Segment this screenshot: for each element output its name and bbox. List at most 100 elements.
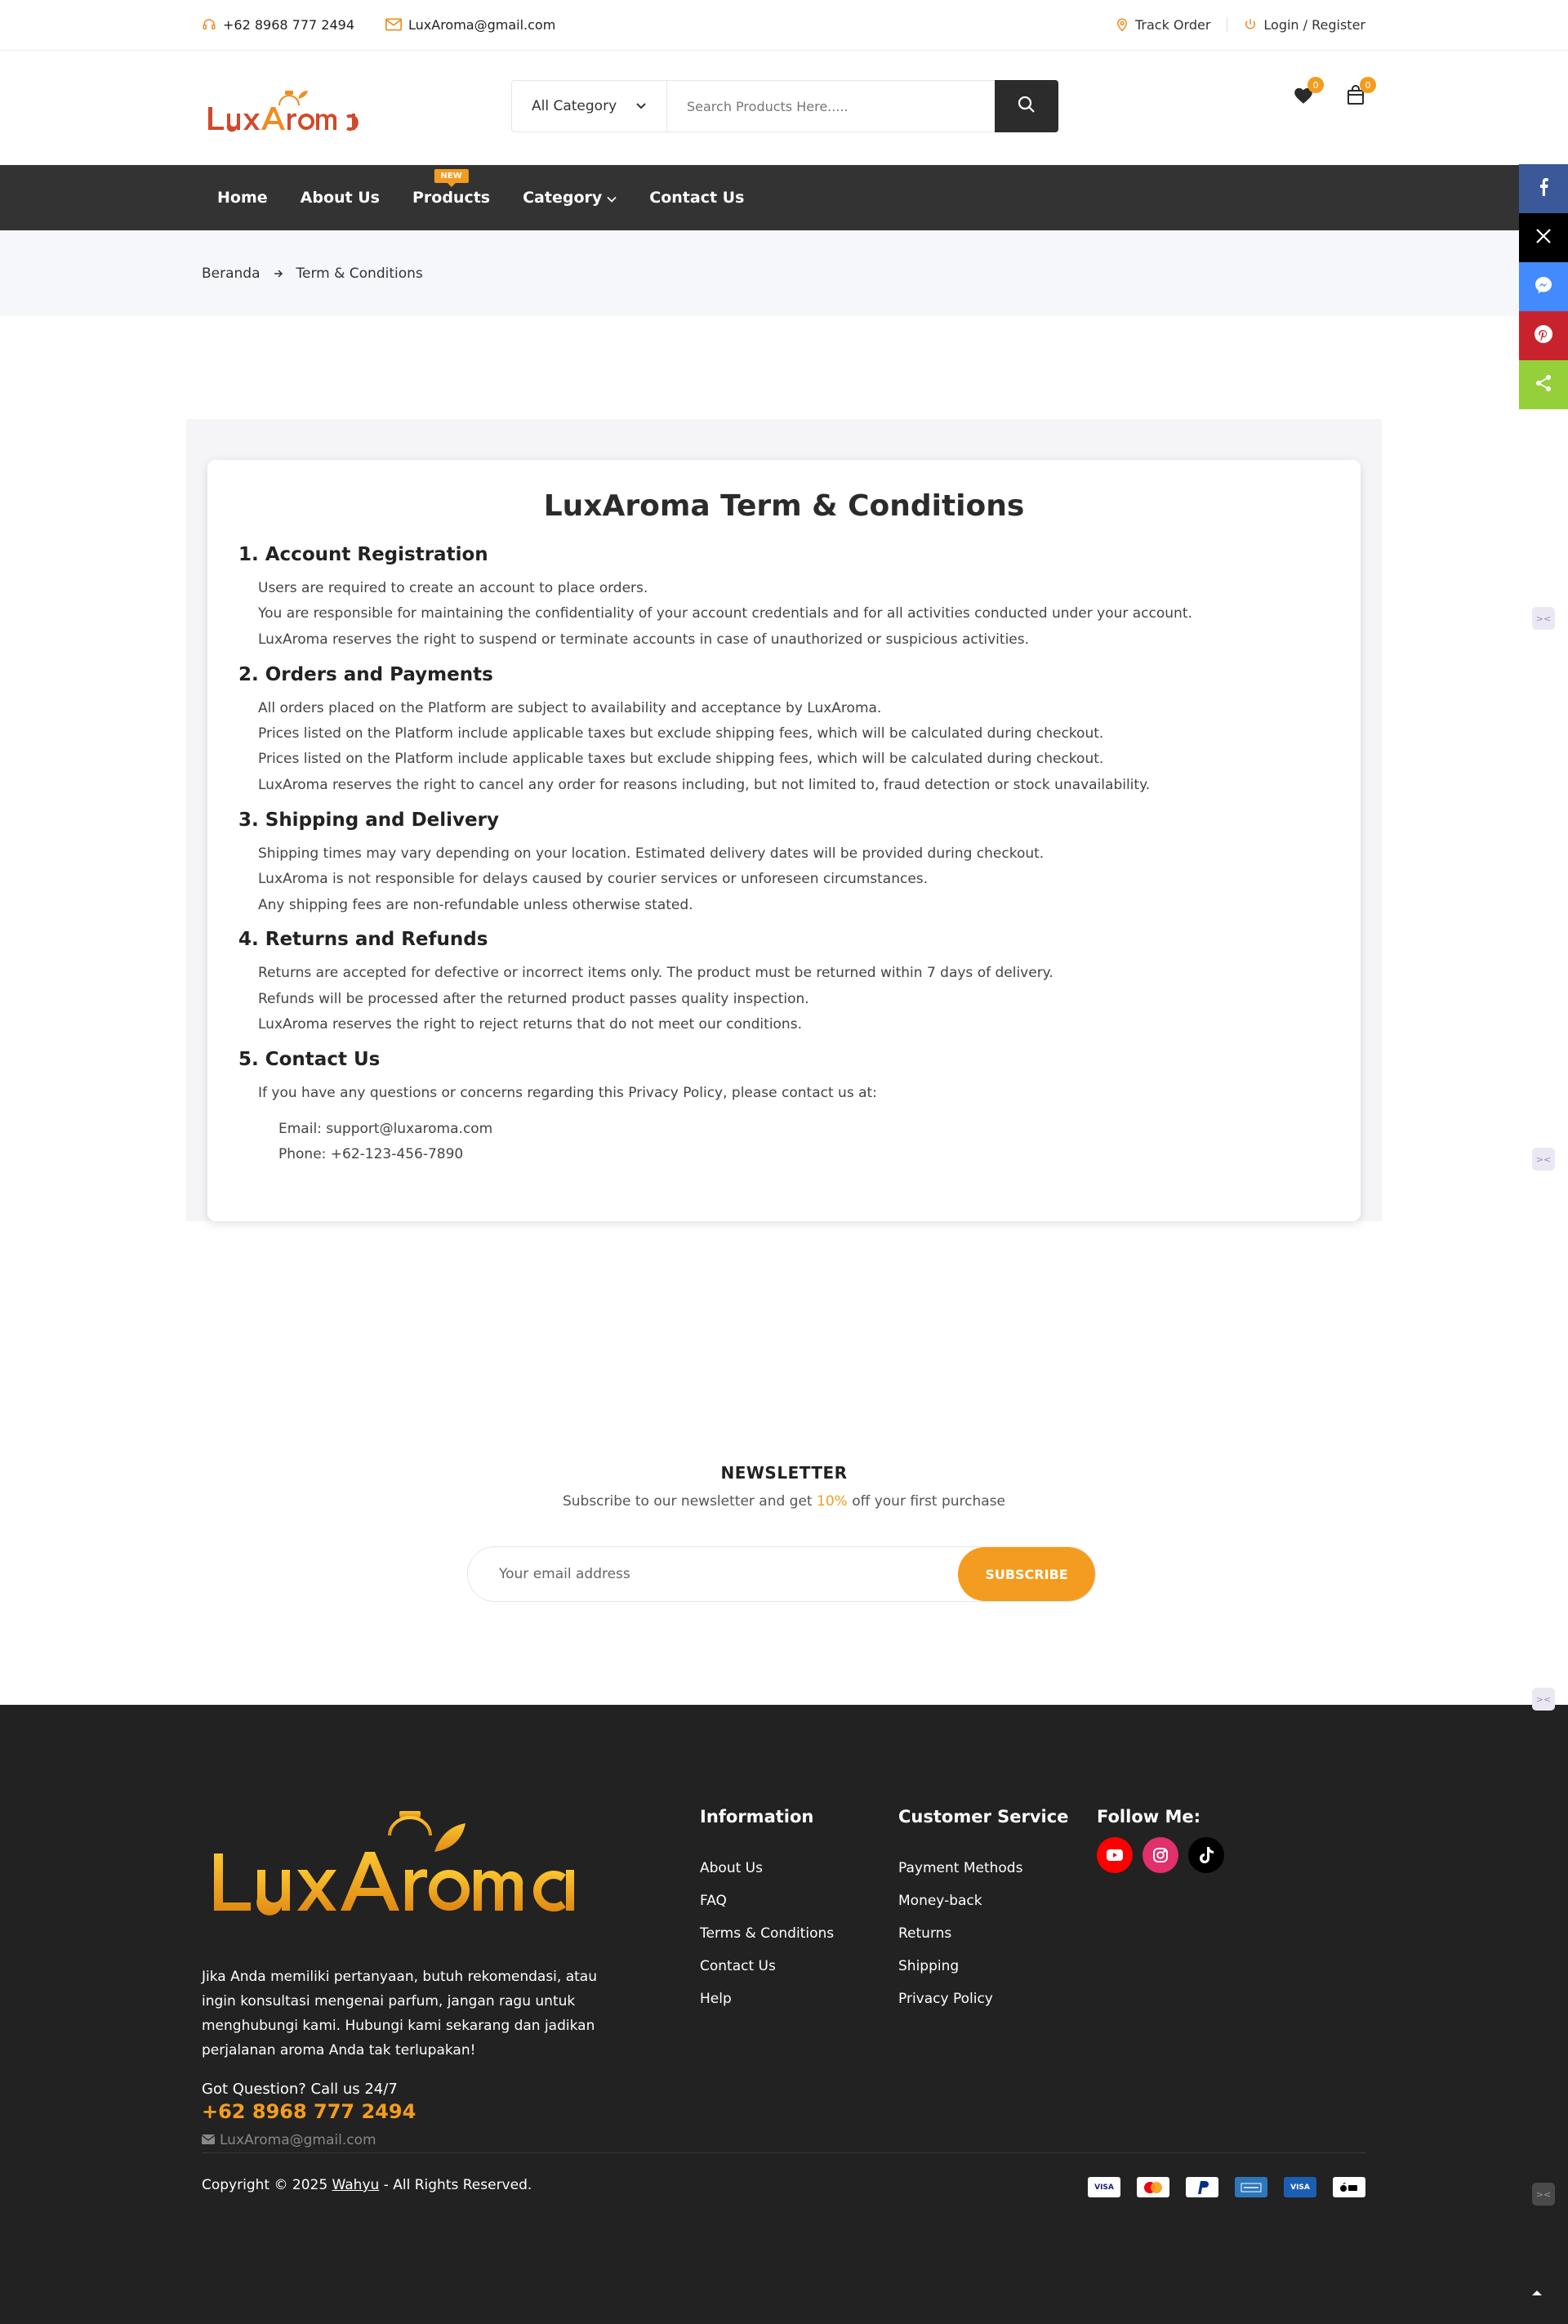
section-heading: 1. Account Registration	[238, 544, 488, 565]
footer-phone[interactable]: +62 8968 777 2494	[202, 2100, 416, 2123]
newsletter-subtitle: Subscribe to our newsletter and get 10% …	[0, 1493, 1568, 1510]
section-heading: 3. Shipping and Delivery	[238, 810, 499, 831]
nav-category-label: Category	[523, 189, 603, 207]
floating-widget-icon[interactable]: ><	[1532, 1688, 1555, 1711]
section-line: Any shipping fees are non-refundable unl…	[258, 897, 693, 913]
search-icon	[1017, 95, 1036, 118]
contact-email[interactable]: Email: support@luxaroma.com	[278, 1121, 492, 1137]
pinterest-share-button[interactable]	[1519, 311, 1568, 360]
visa-icon: VISA	[1088, 2177, 1120, 2197]
topbar-phone-text: +62 8968 777 2494	[223, 16, 354, 33]
footer-customer-service-title: Customer Service	[898, 1807, 1069, 1827]
youtube-icon[interactable]	[1097, 1837, 1133, 1873]
map-pin-icon	[1116, 17, 1129, 32]
luxaroma-logo[interactable]	[204, 87, 372, 136]
section-line: Prices listed on the Platform include ap…	[258, 725, 1104, 742]
search-input[interactable]	[667, 81, 995, 132]
messenger-share-button[interactable]	[1519, 262, 1568, 311]
section-line: Returns are accepted for defective or in…	[258, 965, 1054, 981]
copyright-after: - All Rights Reserved.	[379, 2177, 532, 2193]
subscribe-button[interactable]: SUBSCRIBE	[958, 1547, 1095, 1601]
topbar-phone[interactable]: +62 8968 777 2494	[202, 17, 354, 33]
footer: Jika Anda memiliki pertanyaan, butuh rek…	[0, 1705, 1568, 2324]
login-register-label: Login / Register	[1263, 16, 1365, 33]
visa-icon: VISA	[1284, 2177, 1316, 2197]
envelope-icon	[201, 2132, 216, 2148]
footer-link-faq[interactable]: FAQ	[700, 1893, 727, 1909]
footer-link-returns[interactable]: Returns	[898, 1925, 951, 1942]
nav-category[interactable]: Category	[506, 165, 633, 230]
instagram-icon[interactable]	[1143, 1837, 1178, 1873]
section-line: Users are required to create an account …	[258, 580, 648, 596]
footer-email-text: LuxAroma@gmail.com	[220, 2132, 376, 2148]
nav-about-us-label: About Us	[300, 189, 380, 207]
section-line: LuxAroma reserves the right to reject re…	[258, 1016, 802, 1033]
category-select-value: All Category	[532, 98, 617, 114]
search-button[interactable]	[995, 80, 1058, 132]
breadcrumb: Beranda Term & Conditions	[0, 230, 1568, 316]
footer-email[interactable]: LuxAroma@gmail.com	[201, 2132, 376, 2148]
newsletter-title: NEWSLETTER	[720, 1463, 848, 1483]
category-select[interactable]: All Category	[512, 81, 667, 132]
nav-about-us[interactable]: About Us	[284, 165, 396, 230]
search-bar: All Category	[511, 80, 1058, 132]
floating-widget-icon[interactable]: ><	[1532, 1148, 1555, 1171]
power-icon	[1244, 18, 1257, 31]
scroll-to-top-button[interactable]	[1527, 2283, 1547, 2299]
wishlist-button[interactable]: 0	[1291, 77, 1324, 109]
social-links	[1097, 1837, 1224, 1873]
tiktok-icon[interactable]	[1188, 1837, 1224, 1873]
floating-widget-icon[interactable]: ><	[1532, 2183, 1555, 2206]
copyright-before: Copyright © 2025	[202, 2177, 332, 2193]
x-share-button[interactable]	[1519, 213, 1568, 262]
newsletter-form: SUBSCRIBE	[467, 1546, 1096, 1602]
luxaroma-footer-logo[interactable]	[206, 1811, 614, 1917]
paypal-icon	[1186, 2177, 1218, 2197]
nav-contact-us-label: Contact Us	[649, 189, 745, 207]
nav-home[interactable]: Home	[201, 165, 284, 230]
share-button[interactable]	[1519, 360, 1568, 409]
footer-link-payment-methods[interactable]: Payment Methods	[898, 1860, 1022, 1876]
nav-products[interactable]: NEW Products	[396, 165, 506, 230]
footer-link-shipping[interactable]: Shipping	[898, 1958, 959, 1974]
section-line: If you have any questions or concerns re…	[258, 1085, 877, 1101]
copyright-author-link[interactable]: Wahyu	[332, 2177, 380, 2193]
arrow-right-icon	[274, 265, 283, 282]
footer-link-money-back[interactable]: Money-back	[898, 1893, 982, 1909]
page-title: LuxAroma Term & Conditions	[543, 489, 1025, 523]
new-badge: NEW	[434, 169, 469, 187]
section-line: Shipping times may vary depending on you…	[258, 845, 1045, 862]
section-line: Refunds will be processed after the retu…	[258, 991, 809, 1007]
newsletter-email-input[interactable]	[468, 1547, 958, 1601]
topbar-email[interactable]: LuxAroma@gmail.com	[385, 17, 555, 33]
amex-icon	[1235, 2177, 1267, 2197]
share-sidebar	[1519, 164, 1568, 409]
footer-question: Got Question? Call us 24/7	[202, 2081, 398, 2098]
footer-link-about-us[interactable]: About Us	[700, 1860, 763, 1876]
cart-button[interactable]: 0	[1343, 77, 1376, 109]
nav-contact-us[interactable]: Contact Us	[633, 165, 760, 230]
main-navigation: Home About Us NEW Products Category Cont…	[0, 165, 1568, 230]
apple-pay-icon	[1333, 2177, 1365, 2197]
section-heading: 5. Contact Us	[238, 1049, 381, 1070]
footer-link-contact-us[interactable]: Contact Us	[700, 1958, 776, 1974]
footer-link-help[interactable]: Help	[700, 1991, 732, 2007]
nav-home-label: Home	[217, 189, 268, 207]
login-register-link[interactable]: Login / Register	[1244, 17, 1365, 33]
breadcrumb-home-link[interactable]: Beranda	[202, 265, 261, 282]
terms-card: LuxAroma Term & Conditions 1. Account Re…	[207, 460, 1361, 1221]
footer-information-title: Information	[700, 1807, 814, 1827]
footer-divider	[202, 2152, 1366, 2153]
chevron-down-icon	[607, 189, 617, 207]
top-bar: +62 8968 777 2494 LuxAroma@gmail.com Tra…	[0, 0, 1568, 51]
track-order-link[interactable]: Track Order	[1116, 17, 1210, 33]
headset-icon	[202, 17, 216, 32]
section-heading: 2. Orders and Payments	[238, 664, 493, 685]
floating-widget-icon[interactable]: ><	[1532, 607, 1555, 630]
footer-link-privacy-policy[interactable]: Privacy Policy	[898, 1991, 993, 2007]
facebook-share-button[interactable]	[1519, 164, 1568, 213]
footer-description: Jika Anda memiliki pertanyaan, butuh rek…	[202, 1969, 597, 2059]
footer-follow-title: Follow Me:	[1097, 1807, 1200, 1827]
footer-link-terms[interactable]: Terms & Conditions	[700, 1925, 834, 1942]
chevron-up-icon	[1530, 2284, 1544, 2299]
